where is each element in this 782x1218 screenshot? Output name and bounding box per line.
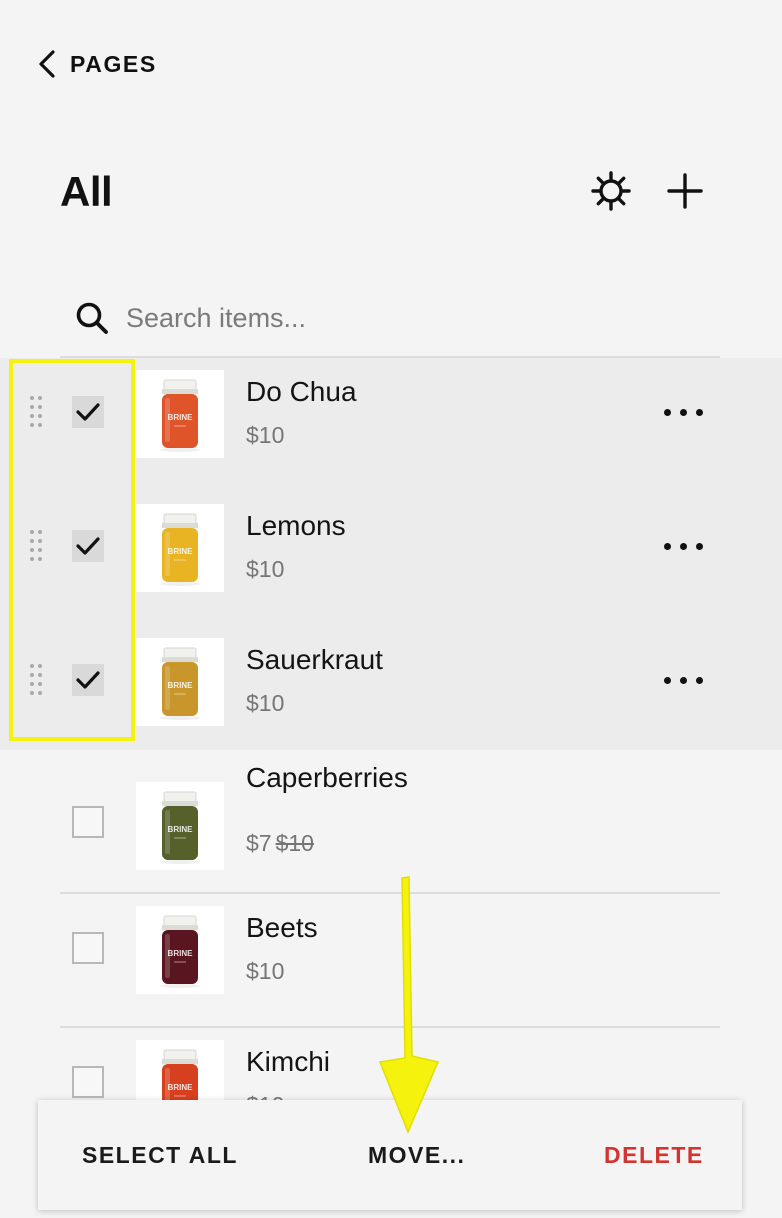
product-thumbnail: BRINE xyxy=(136,370,224,458)
search-icon xyxy=(76,302,108,334)
jar-label: BRINE xyxy=(168,949,194,958)
item-price: $10 xyxy=(246,958,284,985)
current-price: $10 xyxy=(246,958,285,984)
item-name: Caperberries xyxy=(246,762,408,793)
original-price: $10 xyxy=(275,830,314,856)
current-price: $10 xyxy=(246,422,285,448)
item-name: Sauerkraut xyxy=(246,644,383,675)
more-options-icon[interactable] xyxy=(662,672,706,690)
product-thumbnail: BRINE xyxy=(136,504,224,592)
page-title: All xyxy=(60,168,113,215)
item-price: $10 xyxy=(246,556,284,583)
bulk-action-bar: SELECT ALL MOVE... DELETE xyxy=(38,1100,742,1210)
jar-label: BRINE xyxy=(168,681,194,690)
back-label: PAGES xyxy=(70,50,157,77)
item-checkbox[interactable] xyxy=(72,932,104,964)
list-item[interactable]: BRINE Caperberries $7 $10 xyxy=(0,760,782,894)
move-button[interactable]: MOVE... xyxy=(368,1142,465,1169)
gear-icon[interactable] xyxy=(590,170,632,212)
item-name: Beets xyxy=(246,912,318,943)
jar-label: BRINE xyxy=(168,413,194,422)
jar-label: BRINE xyxy=(168,1083,194,1092)
product-thumbnail: BRINE xyxy=(136,782,224,870)
delete-button[interactable]: DELETE xyxy=(604,1142,704,1169)
item-name: Lemons xyxy=(246,510,346,541)
item-name: Do Chua xyxy=(246,376,357,407)
item-price: $10 xyxy=(246,422,284,449)
jar-label: BRINE xyxy=(168,825,194,834)
back-to-pages-link[interactable]: PAGES xyxy=(36,48,157,80)
item-price: $10 xyxy=(246,690,284,717)
item-list-page: PAGES All Search items... BRINE Do Chua … xyxy=(0,0,782,1218)
current-price: $7 xyxy=(246,830,272,856)
jar-label: BRINE xyxy=(168,547,194,556)
list-item[interactable]: BRINE Beets $10 xyxy=(0,894,782,1028)
more-options-icon[interactable] xyxy=(662,538,706,556)
more-options-icon[interactable] xyxy=(662,404,706,422)
current-price: $10 xyxy=(246,556,285,582)
select-all-button[interactable]: SELECT ALL xyxy=(82,1142,238,1169)
chevron-left-icon xyxy=(39,50,55,78)
search-input[interactable] xyxy=(126,302,686,334)
current-price: $10 xyxy=(246,690,285,716)
item-price: $7 $10 xyxy=(246,830,314,857)
product-thumbnail: BRINE xyxy=(136,906,224,994)
add-item-icon[interactable] xyxy=(664,170,706,212)
search-bar xyxy=(60,280,720,358)
item-checkbox[interactable] xyxy=(72,1066,104,1098)
item-name: Kimchi xyxy=(246,1046,331,1077)
product-thumbnail: BRINE xyxy=(136,638,224,726)
annotation-highlight-box xyxy=(9,359,135,741)
item-checkbox[interactable] xyxy=(72,806,104,838)
